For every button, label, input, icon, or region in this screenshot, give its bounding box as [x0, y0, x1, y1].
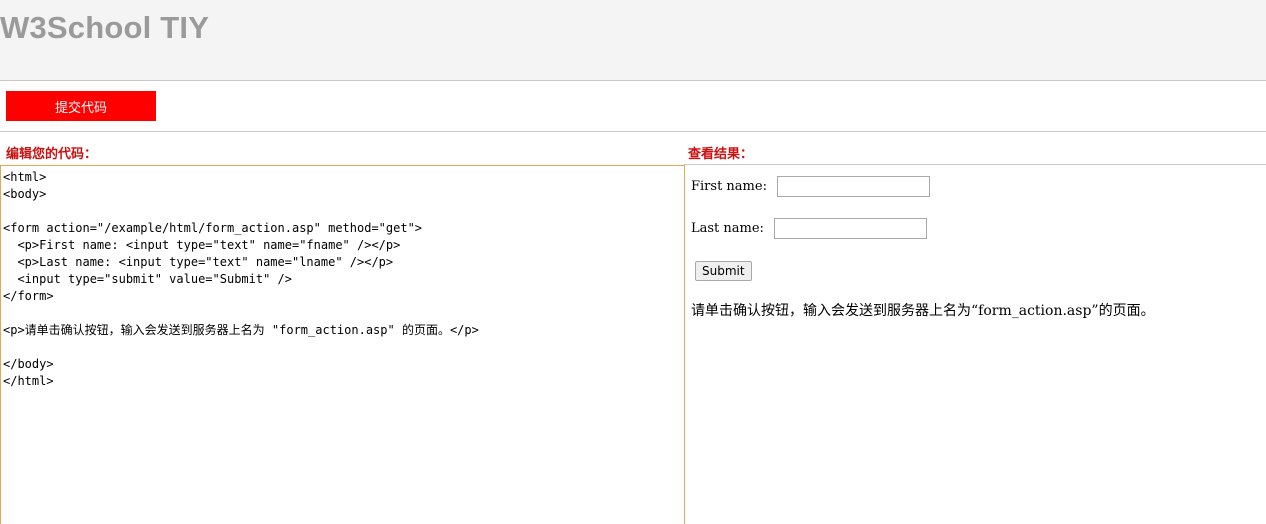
result-paragraph: 请单击确认按钮，输入会发送到服务器上名为“form_action.asp”的页面…	[691, 303, 1155, 319]
last-name-row: Last name:	[691, 218, 927, 239]
page-header: W3School TIY	[0, 0, 1266, 81]
form-submit-button[interactable]: Submit	[695, 261, 752, 281]
last-name-label: Last name:	[691, 221, 764, 236]
submit-code-button[interactable]: 提交代码	[6, 91, 156, 121]
site-title: W3School TIY	[0, 10, 210, 45]
result-pane: First name: Last name: Submit 请单击确认按钮，输入…	[685, 165, 1266, 524]
last-name-input[interactable]	[773, 218, 927, 239]
first-name-row: First name:	[691, 176, 930, 197]
editor-heading: 编辑您的代码：	[6, 147, 98, 162]
first-name-input[interactable]	[776, 176, 930, 197]
first-name-label: First name:	[691, 179, 767, 194]
result-heading: 查看结果：	[688, 147, 754, 162]
code-editor[interactable]: <html> <body> <form action="/example/htm…	[0, 165, 685, 524]
toolbar: 提交代码	[0, 81, 1266, 132]
